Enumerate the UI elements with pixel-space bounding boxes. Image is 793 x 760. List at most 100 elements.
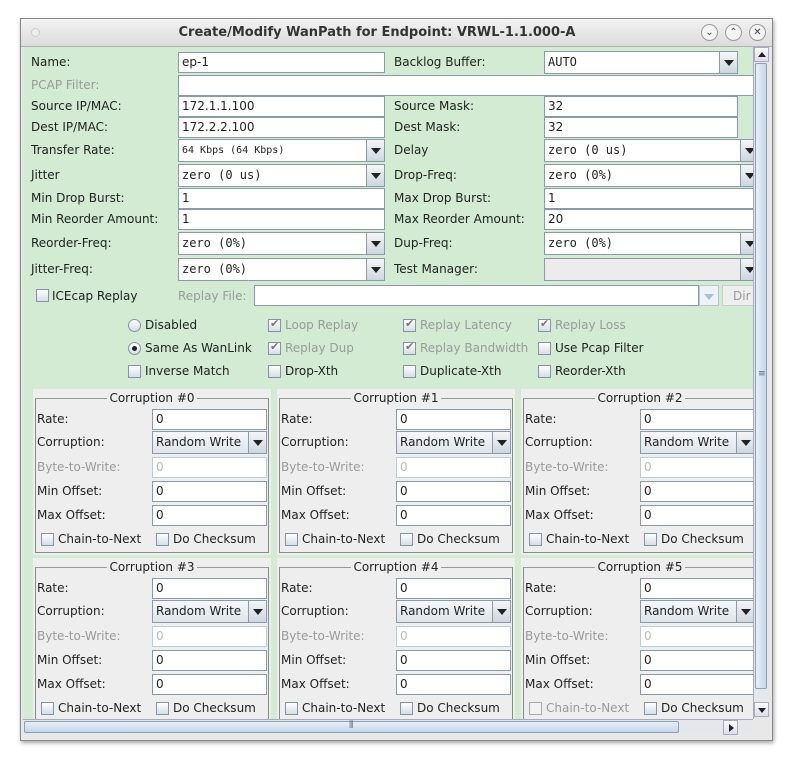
chain-to-next-checkbox[interactable] (41, 533, 54, 546)
do-checksum-label[interactable]: Do Checksum (661, 700, 744, 716)
rate-input[interactable]: 0 (152, 409, 267, 430)
duplicate-xth-label[interactable]: Duplicate-Xth (420, 363, 501, 379)
title-bar[interactable]: Create/Modify WanPath for Endpoint: VRWL… (21, 19, 772, 47)
chevron-down-icon[interactable] (248, 601, 266, 622)
duplicate-xth-checkbox[interactable] (403, 365, 416, 378)
jitter-freq-dropdown[interactable]: zero (0%) (178, 258, 385, 281)
chevron-down-icon[interactable] (740, 233, 753, 254)
scroll-up-button[interactable] (754, 47, 769, 62)
corruption-type-dropdown[interactable]: Random Write (396, 600, 511, 623)
vertical-scroll-thumb[interactable]: ≡ (755, 63, 767, 689)
max-input[interactable]: 0 (640, 674, 753, 695)
min-drop-burst-input[interactable]: 1 (178, 188, 385, 209)
inverse-match-label[interactable]: Inverse Match (145, 363, 230, 379)
do-checksum-label[interactable]: Do Checksum (661, 531, 744, 547)
chevron-down-icon[interactable] (492, 432, 510, 453)
reorder-xth-checkbox[interactable] (538, 365, 551, 378)
do-checksum-checkbox[interactable] (156, 702, 169, 715)
min-input[interactable]: 0 (640, 481, 753, 502)
use-pcap-filter-checkbox[interactable] (538, 342, 551, 355)
max-reorder-amount-input[interactable]: 20 (544, 209, 753, 230)
rate-input[interactable]: 0 (396, 578, 511, 599)
icecap-replay-checkbox[interactable] (36, 289, 49, 302)
transfer-rate-dropdown[interactable]: 64 Kbps (64 Kbps) (178, 139, 385, 162)
do-checksum-checkbox[interactable] (644, 702, 657, 715)
do-checksum-label[interactable]: Do Checksum (417, 700, 500, 716)
chevron-down-icon[interactable] (736, 601, 753, 622)
disabled-radio[interactable] (128, 319, 141, 332)
same-as-wanlink-radio[interactable] (128, 342, 141, 355)
scroll-down-button[interactable] (754, 702, 769, 717)
rate-input[interactable]: 0 (396, 409, 511, 430)
min-input[interactable]: 0 (152, 481, 267, 502)
dest-ip-mac-input[interactable]: 172.2.2.100 (178, 117, 385, 138)
icecap-replay-label[interactable]: ICEcap Replay (52, 288, 137, 304)
chevron-down-icon[interactable] (366, 259, 384, 280)
chain-to-next-label[interactable]: Chain-to-Next (58, 531, 141, 547)
min-input[interactable]: 0 (396, 650, 511, 671)
corruption-type-dropdown[interactable]: Random Write (152, 431, 267, 454)
chevron-down-icon[interactable] (366, 233, 384, 254)
chain-to-next-checkbox[interactable] (529, 533, 542, 546)
close-button[interactable]: ✕ (749, 24, 766, 41)
chevron-down-icon[interactable] (492, 601, 510, 622)
drop-freq-dropdown[interactable]: zero (0%) (544, 164, 753, 187)
min-reorder-amount-input[interactable]: 1 (178, 209, 385, 230)
maximize-button[interactable]: ⌃ (725, 24, 742, 41)
max-input[interactable]: 0 (152, 505, 267, 526)
minimize-button[interactable]: ⌄ (701, 24, 718, 41)
dest-mask-input[interactable]: 32 (544, 117, 738, 138)
drop-xth-label[interactable]: Drop-Xth (285, 363, 338, 379)
chevron-down-icon[interactable] (740, 140, 753, 161)
corruption-type-dropdown[interactable]: Random Write (640, 431, 753, 454)
max-input[interactable]: 0 (396, 674, 511, 695)
chevron-down-icon[interactable] (719, 52, 737, 73)
drop-xth-checkbox[interactable] (268, 365, 281, 378)
vertical-scrollbar[interactable]: ≡ (753, 47, 769, 719)
max-drop-burst-input[interactable]: 1 (544, 188, 753, 209)
min-input[interactable]: 0 (396, 481, 511, 502)
name-input[interactable]: ep-1 (178, 52, 385, 73)
backlog-buffer-dropdown[interactable]: AUTO (544, 51, 738, 74)
chevron-down-icon[interactable] (740, 165, 753, 186)
chain-to-next-label[interactable]: Chain-to-Next (302, 700, 385, 716)
chevron-down-icon[interactable] (366, 165, 384, 186)
max-input[interactable]: 0 (152, 674, 267, 695)
do-checksum-checkbox[interactable] (400, 702, 413, 715)
use-pcap-filter-label[interactable]: Use Pcap Filter (555, 340, 644, 356)
chain-to-next-label[interactable]: Chain-to-Next (546, 531, 629, 547)
chain-to-next-label[interactable]: Chain-to-Next (302, 531, 385, 547)
reorder-freq-dropdown[interactable]: zero (0%) (178, 232, 385, 255)
rate-input[interactable]: 0 (640, 578, 753, 599)
source-mask-input[interactable]: 32 (544, 96, 738, 117)
rate-input[interactable]: 0 (640, 409, 753, 430)
disabled-label[interactable]: Disabled (145, 317, 197, 333)
chain-to-next-checkbox[interactable] (285, 702, 298, 715)
max-input[interactable]: 0 (396, 505, 511, 526)
chain-to-next-checkbox[interactable] (41, 702, 54, 715)
do-checksum-label[interactable]: Do Checksum (173, 700, 256, 716)
chevron-down-icon[interactable] (248, 432, 266, 453)
jitter-dropdown[interactable]: zero (0 us) (178, 164, 385, 187)
horizontal-scrollbar[interactable]: ⦀ (23, 719, 753, 735)
chevron-down-icon[interactable] (736, 432, 753, 453)
same-as-wanlink-label[interactable]: Same As WanLink (145, 340, 252, 356)
do-checksum-checkbox[interactable] (156, 533, 169, 546)
source-ip-mac-input[interactable]: 172.1.1.100 (178, 96, 385, 117)
do-checksum-label[interactable]: Do Checksum (417, 531, 500, 547)
delay-dropdown[interactable]: zero (0 us) (544, 139, 753, 162)
scroll-right-button[interactable] (723, 720, 738, 735)
corruption-type-dropdown[interactable]: Random Write (396, 431, 511, 454)
corruption-type-dropdown[interactable]: Random Write (152, 600, 267, 623)
do-checksum-label[interactable]: Do Checksum (173, 531, 256, 547)
chain-to-next-label[interactable]: Chain-to-Next (58, 700, 141, 716)
min-input[interactable]: 0 (152, 650, 267, 671)
do-checksum-checkbox[interactable] (644, 533, 657, 546)
rate-input[interactable]: 0 (152, 578, 267, 599)
max-input[interactable]: 0 (640, 505, 753, 526)
reorder-xth-label[interactable]: Reorder-Xth (555, 363, 626, 379)
chevron-down-icon[interactable] (366, 140, 384, 161)
dup-freq-dropdown[interactable]: zero (0%) (544, 232, 753, 255)
min-input[interactable]: 0 (640, 650, 753, 671)
inverse-match-checkbox[interactable] (128, 365, 141, 378)
